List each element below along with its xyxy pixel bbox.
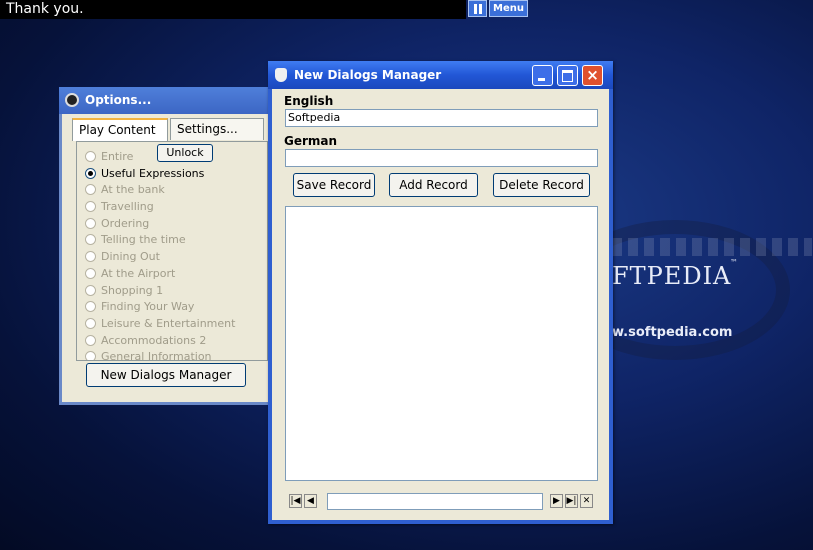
radio-dining-out[interactable]: Dining Out xyxy=(85,250,235,267)
radio-entire[interactable]: Entire xyxy=(85,150,235,167)
new-dialogs-manager-window: New Dialogs Manager × English Softpedia … xyxy=(268,61,613,524)
delete-record-button[interactable]: Delete Record xyxy=(493,173,590,197)
minimize-icon[interactable] xyxy=(532,65,553,86)
radio-label: Ordering xyxy=(101,216,150,230)
radio-label: Telling the time xyxy=(101,233,186,247)
ndm-title-bar[interactable]: New Dialogs Manager × xyxy=(268,61,613,89)
radio-label: Finding Your Way xyxy=(101,300,195,314)
background-filmstrip xyxy=(612,238,812,256)
radio-dot-icon xyxy=(85,251,96,263)
radio-label: General Information xyxy=(101,350,212,361)
new-dialogs-manager-button[interactable]: New Dialogs Manager xyxy=(86,363,246,387)
record-position-field[interactable] xyxy=(327,493,543,510)
tab-settings[interactable]: Settings... xyxy=(170,118,264,140)
radio-label: Travelling xyxy=(101,200,154,214)
radio-dot-icon xyxy=(85,234,96,246)
options-title-bar[interactable]: Options... xyxy=(59,87,274,114)
maximize-icon[interactable] xyxy=(557,65,578,86)
record-navigator: |◀ ◀ ▶ ▶| ✕ xyxy=(285,493,598,511)
radio-general-information[interactable]: General Information xyxy=(85,350,235,361)
add-record-button[interactable]: Add Record xyxy=(389,173,478,197)
save-record-button[interactable]: Save Record xyxy=(293,173,375,197)
radio-shopping-1[interactable]: Shopping 1 xyxy=(85,284,235,301)
radio-accommodations-2[interactable]: Accommodations 2 xyxy=(85,334,235,351)
last-record-icon[interactable]: ▶| xyxy=(565,494,578,508)
radio-label: Accommodations 2 xyxy=(101,333,207,347)
german-field[interactable] xyxy=(285,149,598,167)
radio-dot-icon xyxy=(85,284,96,296)
app-icon xyxy=(275,68,287,82)
tab-play-content[interactable]: Play Content xyxy=(72,118,168,141)
radio-label: Useful Expressions xyxy=(101,166,205,180)
options-title: Options... xyxy=(85,93,152,107)
background-trademark: ™ xyxy=(730,258,738,267)
app-icon xyxy=(65,93,79,107)
radio-dot-icon xyxy=(85,151,96,162)
radio-dot-icon xyxy=(85,167,96,179)
radio-dot-icon xyxy=(85,267,96,279)
records-list[interactable] xyxy=(285,206,598,481)
options-window: Options... Play Content Settings... Unlo… xyxy=(59,87,274,405)
radio-telling-the-time[interactable]: Telling the time xyxy=(85,233,235,250)
radio-label: Shopping 1 xyxy=(101,283,164,297)
radio-leisure-entertainment[interactable]: Leisure & Entertainment xyxy=(85,317,235,334)
pause-icon[interactable] xyxy=(468,0,487,17)
radio-at-the-airport[interactable]: At the Airport xyxy=(85,267,235,284)
radio-at-the-bank[interactable]: At the bank xyxy=(85,183,235,200)
radio-label: Entire xyxy=(101,150,134,163)
radio-dot-icon xyxy=(85,184,96,196)
radio-useful-expressions[interactable]: Useful Expressions xyxy=(85,167,235,184)
radio-finding-your-way[interactable]: Finding Your Way xyxy=(85,300,235,317)
radio-dot-icon xyxy=(85,351,96,360)
prev-record-icon[interactable]: ◀ xyxy=(304,494,317,508)
top-bar: Thank you. Menu xyxy=(0,0,813,19)
english-label: English xyxy=(284,94,334,108)
close-icon[interactable]: × xyxy=(582,65,603,86)
radio-label: At the Airport xyxy=(101,266,176,280)
german-label: German xyxy=(284,134,338,148)
topic-radio-list: Entire Useful Expressions At the bank Tr… xyxy=(85,150,235,361)
radio-label: Dining Out xyxy=(101,250,160,264)
first-record-icon[interactable]: |◀ xyxy=(289,494,302,508)
radio-dot-icon xyxy=(85,301,96,313)
radio-label: At the bank xyxy=(101,183,165,197)
english-field[interactable]: Softpedia xyxy=(285,109,598,127)
radio-ordering[interactable]: Ordering xyxy=(85,217,235,234)
clear-icon[interactable]: ✕ xyxy=(580,494,593,508)
next-record-icon[interactable]: ▶ xyxy=(550,494,563,508)
radio-dot-icon xyxy=(85,334,96,346)
status-message: Thank you. xyxy=(0,0,466,19)
background-logo: FTPEDIA xyxy=(612,262,732,290)
radio-dot-icon xyxy=(85,317,96,329)
radio-travelling[interactable]: Travelling xyxy=(85,200,235,217)
play-content-panel: Unlock Entire Useful Expressions At the … xyxy=(76,141,268,361)
menu-button[interactable]: Menu xyxy=(489,0,528,17)
background-url: w.softpedia.com xyxy=(612,325,733,340)
ndm-title: New Dialogs Manager xyxy=(294,68,442,82)
radio-dot-icon xyxy=(85,217,96,229)
radio-label: Leisure & Entertainment xyxy=(101,316,236,330)
radio-dot-icon xyxy=(85,201,96,213)
